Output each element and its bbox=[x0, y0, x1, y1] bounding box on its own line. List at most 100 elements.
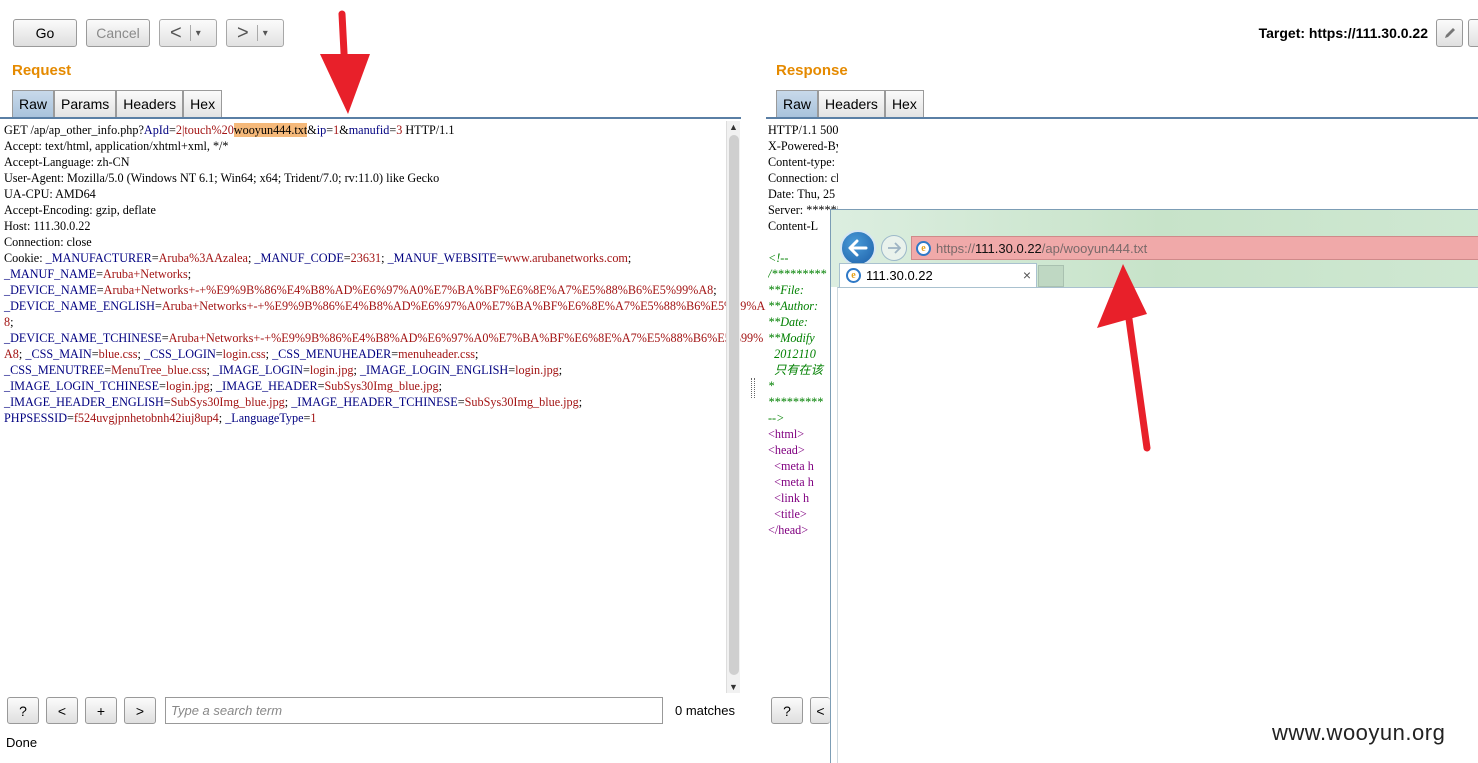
tab-headers[interactable]: Headers bbox=[818, 90, 885, 117]
code-line: Connection: close bbox=[768, 170, 838, 186]
code-token: ; bbox=[627, 251, 632, 265]
code-token: _IMAGE_HEADER_ENGLISH bbox=[4, 395, 164, 409]
code-line: Server: ****** bbox=[768, 202, 838, 218]
code-token: menuheader.css bbox=[398, 347, 475, 361]
divider bbox=[256, 25, 258, 41]
url-scheme: https:// bbox=[936, 240, 976, 256]
new-tab-button[interactable] bbox=[1038, 265, 1064, 287]
code-token: ; bbox=[578, 395, 583, 409]
code-token: SubSys30Img_blue.jpg bbox=[324, 379, 439, 393]
help-button[interactable]: ? bbox=[7, 697, 39, 724]
code-token: _DEVICE_NAME bbox=[4, 283, 97, 297]
code-token: = bbox=[215, 347, 223, 361]
code-token: Aruba+Networks bbox=[102, 267, 188, 281]
search-prev-button[interactable]: < bbox=[46, 697, 78, 724]
forward-arrow-icon: > bbox=[237, 21, 249, 44]
tab-hex[interactable]: Hex bbox=[884, 90, 924, 117]
go-button[interactable]: Go bbox=[13, 19, 77, 47]
forward-button[interactable]: > ▾ bbox=[226, 19, 284, 47]
url-host: 111.30.0.22 bbox=[975, 240, 1042, 256]
edit-target-button[interactable] bbox=[1436, 19, 1463, 47]
search-input[interactable]: Type a search term bbox=[165, 697, 663, 724]
response-tabs: Raw Headers Hex bbox=[776, 90, 924, 117]
code-token: = bbox=[168, 123, 176, 137]
code-token: ********* bbox=[768, 395, 823, 409]
code-line: Accept: text/html, application/xhtml+xml… bbox=[4, 138, 724, 154]
code-line: **Author: bbox=[768, 298, 838, 314]
code-token: **File: bbox=[768, 283, 804, 297]
browser-address-bar[interactable]: e https:// 111.30.0.22 /ap/wooyun444.txt bbox=[911, 236, 1478, 260]
scrollbar-thumb[interactable] bbox=[729, 135, 739, 675]
search-next-button[interactable]: > bbox=[124, 697, 156, 724]
target-options-button[interactable] bbox=[1468, 19, 1478, 47]
tab-headers[interactable]: Headers bbox=[116, 90, 184, 117]
scroll-up-icon[interactable]: ▲ bbox=[729, 122, 738, 132]
code-line: **File: bbox=[768, 282, 838, 298]
code-token: PHPSESSID bbox=[4, 411, 67, 425]
chevron-down-icon[interactable]: ▾ bbox=[196, 28, 201, 39]
response-help-button[interactable]: ? bbox=[771, 697, 803, 724]
code-line: _DEVICE_NAME=Aruba+Networks+-+%E9%9B%86%… bbox=[4, 282, 724, 298]
code-token: **Modify bbox=[768, 331, 815, 345]
code-line: Accept-Language: zh-CN bbox=[4, 154, 724, 170]
forward-arrow-icon bbox=[888, 242, 901, 254]
code-token: Aruba+Networks+-+%E9%9B%86%E4%B8%AD%E6%9… bbox=[168, 331, 764, 345]
request-scrollbar[interactable]: ▲ ▼ bbox=[726, 121, 740, 693]
chevron-down-icon[interactable]: ▾ bbox=[263, 28, 268, 39]
close-icon[interactable]: × bbox=[1023, 267, 1031, 283]
code-token: 2012110 bbox=[768, 347, 816, 361]
cancel-button[interactable]: Cancel bbox=[86, 19, 150, 47]
code-token: <head> bbox=[768, 443, 805, 457]
browser-back-button[interactable] bbox=[840, 230, 876, 266]
response-search-prev-button[interactable]: < bbox=[810, 697, 830, 724]
ie-page-icon: e bbox=[846, 268, 861, 283]
code-token: GET /ap/ap_other_info.php? bbox=[4, 123, 144, 137]
code-token: HTTP/1.1 bbox=[402, 123, 455, 137]
code-line: Cookie: _MANUFACTURER=Aruba%3AAzalea; _M… bbox=[4, 250, 724, 266]
tab-hex[interactable]: Hex bbox=[183, 90, 223, 117]
code-token: <title> bbox=[768, 507, 807, 521]
tab-raw[interactable]: Raw bbox=[776, 90, 819, 117]
browser-forward-button[interactable] bbox=[881, 235, 907, 261]
search-options-button[interactable]: + bbox=[85, 697, 117, 724]
code-token: _MANUFACTURER bbox=[45, 251, 152, 265]
code-line: <head> bbox=[768, 442, 838, 458]
code-token: _CSS_MENUHEADER bbox=[272, 347, 392, 361]
scroll-down-icon[interactable]: ▼ bbox=[729, 682, 738, 692]
code-line: A8; _CSS_MAIN=blue.css; _CSS_LOGIN=login… bbox=[4, 346, 724, 362]
code-token: = bbox=[457, 395, 465, 409]
code-token: _IMAGE_LOGIN bbox=[212, 363, 303, 377]
code-line: <html> bbox=[768, 426, 838, 442]
code-token: ; bbox=[10, 315, 14, 329]
code-token: SubSys30Img_blue.jpg bbox=[464, 395, 579, 409]
code-token: _LanguageType bbox=[225, 411, 304, 425]
tab-params[interactable]: Params bbox=[54, 90, 117, 117]
code-token: --> bbox=[768, 411, 785, 425]
browser-tab[interactable]: e 111.30.0.22 × bbox=[839, 263, 1037, 287]
code-line: Date: Thu, 25 Feb 2016 12:46:39 GMT bbox=[768, 186, 838, 202]
code-line: PHPSESSID=f524uvgjpnhetobnh42iuj8up4; _L… bbox=[4, 410, 724, 426]
code-line: **Modify bbox=[768, 330, 838, 346]
browser-content bbox=[837, 287, 1478, 763]
code-token: _IMAGE_HEADER bbox=[216, 379, 318, 393]
browser-tab-title: 111.30.0.22 bbox=[866, 268, 933, 283]
code-token: ; bbox=[713, 283, 717, 297]
code-line: 2012110 bbox=[768, 346, 838, 362]
code-line: <title> bbox=[768, 506, 838, 522]
tab-raw[interactable]: Raw bbox=[12, 90, 55, 117]
code-line: /********* bbox=[768, 266, 838, 282]
code-token: _DEVICE_NAME_ENGLISH bbox=[4, 299, 155, 313]
response-editor[interactable]: HTTP/1.1 500 Internal Server Error X-Powe… bbox=[768, 122, 838, 538]
code-token: login.css bbox=[222, 347, 266, 361]
code-line: ********* bbox=[768, 394, 838, 410]
code-line: _IMAGE_HEADER_ENGLISH =SubSys30Img_blue.j… bbox=[4, 394, 724, 410]
pane-splitter[interactable] bbox=[751, 378, 755, 398]
back-button[interactable]: < ▾ bbox=[159, 19, 217, 47]
code-line: Content-type: text/html bbox=[768, 154, 838, 170]
request-editor[interactable]: GET /ap/ap_other_info.php?ApId=2|touch%2… bbox=[4, 122, 765, 426]
code-token: f524uvgjpnhetobnh42iuj8up4 bbox=[73, 411, 219, 425]
code-token: HTTP/1.1 500 Internal Server Error bbox=[768, 123, 838, 137]
code-token: ; bbox=[438, 379, 442, 393]
code-token: _MANUF_NAME bbox=[4, 267, 97, 281]
